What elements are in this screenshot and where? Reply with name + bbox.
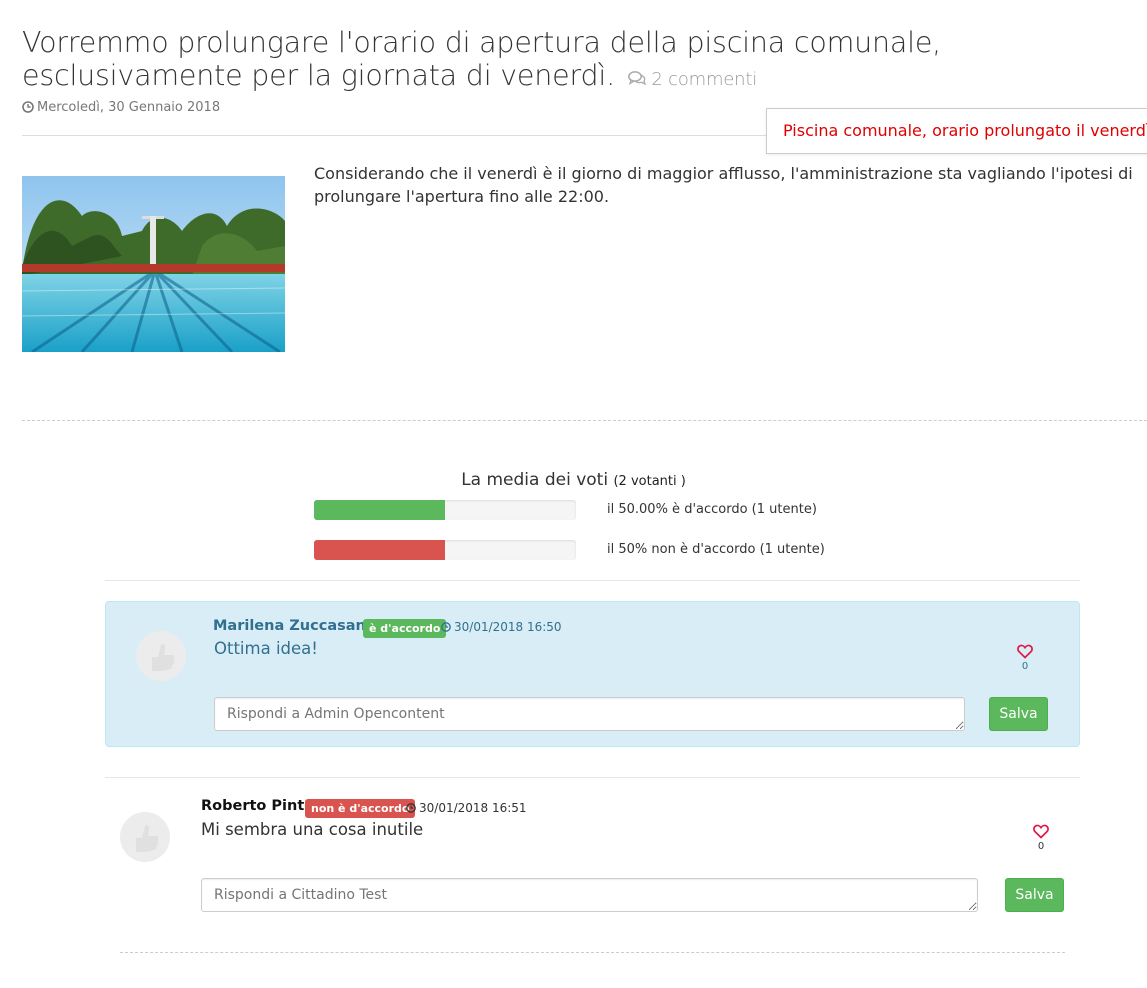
comments-end-divider bbox=[120, 952, 1065, 953]
voters-count: (2 votanti ) bbox=[613, 474, 686, 489]
user-placeholder-icon bbox=[120, 812, 170, 862]
post-date: Mercoledì, 30 Gennaio 2018 bbox=[22, 100, 220, 115]
like-count: 0 bbox=[1037, 841, 1045, 852]
disagree-progress-bar bbox=[314, 540, 576, 560]
comments-icon bbox=[627, 71, 646, 86]
comments-link[interactable]: 2 commenti bbox=[627, 69, 757, 90]
section-divider bbox=[22, 420, 1147, 421]
votes-heading: La media dei voti (2 votanti ) bbox=[461, 470, 686, 490]
comment-text: Mi sembra una cosa inutile bbox=[201, 820, 424, 839]
stance-badge: non è d'accordo bbox=[305, 799, 416, 818]
comment-timestamp: 30/01/2018 16:51 bbox=[406, 801, 527, 815]
like-button[interactable]: 0 bbox=[1031, 824, 1051, 852]
comment-timestamp: 30/01/2018 16:50 bbox=[441, 620, 562, 634]
clock-icon bbox=[22, 101, 34, 113]
votes-divider bbox=[105, 580, 1080, 581]
agree-label: il 50.00% è d'accordo (1 utente) bbox=[607, 502, 817, 517]
comment-text: Ottima idea! bbox=[214, 639, 318, 658]
reply-input[interactable] bbox=[201, 878, 978, 912]
disagree-progress-fill bbox=[314, 540, 445, 560]
reply-input[interactable] bbox=[214, 697, 965, 731]
pool-photo bbox=[22, 176, 285, 352]
user-placeholder-icon bbox=[136, 631, 186, 681]
post-description: Considerando che il venerdì è il giorno … bbox=[314, 164, 1133, 206]
disagree-label: il 50% non è d'accordo (1 utente) bbox=[607, 542, 825, 557]
comment-divider bbox=[105, 777, 1080, 778]
like-button[interactable]: 0 bbox=[1015, 644, 1035, 672]
clock-icon bbox=[441, 622, 451, 632]
post-title: Vorremmo prolungare l'orario di apertura… bbox=[22, 26, 942, 92]
comment-item: Marilena Zuccasana è d'accordo 30/01/201… bbox=[105, 601, 1080, 747]
agree-progress-bar bbox=[314, 500, 576, 520]
heart-icon bbox=[1033, 824, 1049, 839]
comment-author[interactable]: Marilena Zuccasana bbox=[213, 618, 376, 634]
stance-badge: è d'accordo bbox=[363, 619, 447, 638]
like-count: 0 bbox=[1021, 661, 1029, 672]
agree-progress-fill bbox=[314, 500, 445, 520]
heart-icon bbox=[1017, 644, 1033, 659]
comment-author[interactable]: Roberto Pinto bbox=[201, 798, 314, 814]
save-button[interactable]: Salva bbox=[989, 697, 1048, 731]
proposal-tag: Piscina comunale, orario prolungato il v… bbox=[766, 108, 1147, 154]
clock-icon bbox=[406, 803, 416, 813]
save-button[interactable]: Salva bbox=[1005, 878, 1064, 912]
